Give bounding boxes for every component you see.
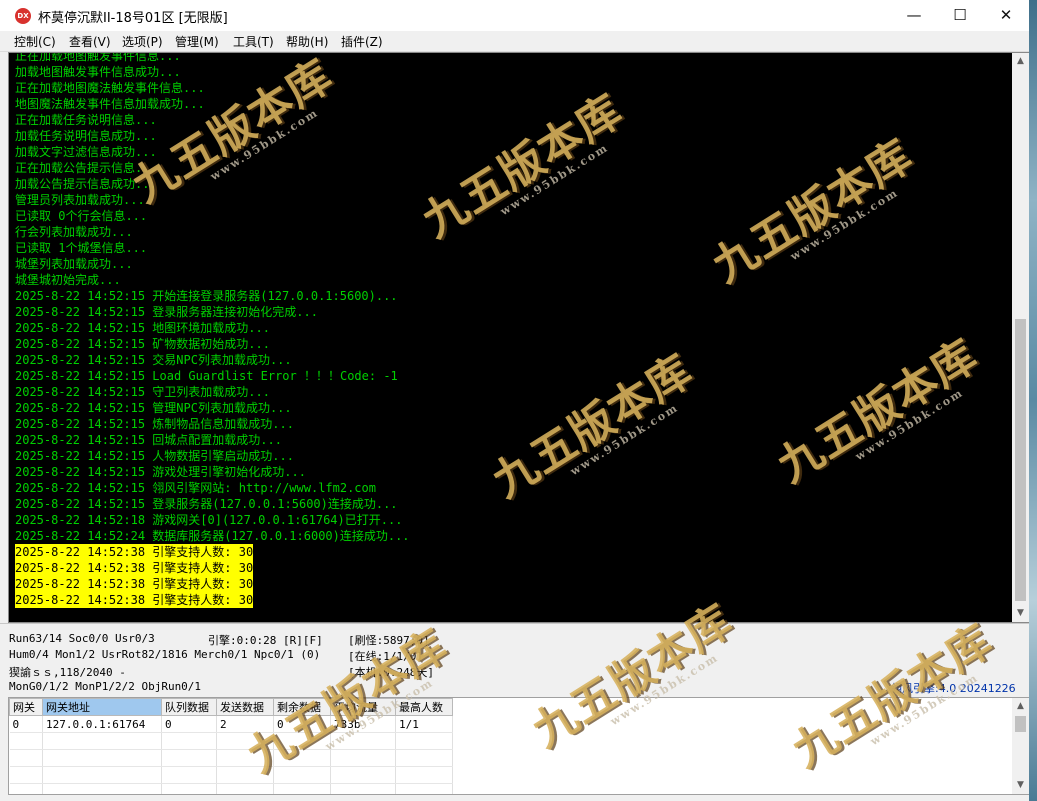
gateway-grid[interactable]: 网关 网关地址 队列数据 发送数据 剩余数据 平均流量 最高人数 0 127.0…: [8, 697, 1029, 795]
table-header-row: 网关 网关地址 队列数据 发送数据 剩余数据 平均流量 最高人数: [9, 698, 453, 716]
status-misc: 猰諭ｓｓ,118/2040 -: [9, 666, 126, 679]
cell-sent: 2: [216, 715, 274, 733]
log-line: 已读取 1个城堡信息...: [15, 241, 148, 255]
title-bar[interactable]: DX 杯莫停沉默II-18号01区 [无限版] — ☐ ✕: [0, 0, 1029, 31]
grid-scrollbar[interactable]: ▲ ▼: [1012, 698, 1029, 794]
desktop-background: [1029, 0, 1037, 801]
cell-address: 127.0.0.1:61764: [42, 715, 162, 733]
log-line: 已读取 0个行会信息...: [15, 209, 148, 223]
menu-options[interactable]: 选项(P): [122, 33, 163, 50]
log-line: 城堡列表加载成功...: [15, 257, 133, 271]
scroll-down-icon[interactable]: ▼: [1012, 777, 1029, 794]
status-local: [本机:0.248天]: [348, 666, 434, 679]
server-console-window: DX 杯莫停沉默II-18号01区 [无限版] — ☐ ✕ 控制(C) 查看(V…: [0, 0, 1029, 801]
log-line: 正在加载任务说明信息...: [15, 113, 157, 127]
status-run: Run63/14 Soc0/0 Usr0/3: [9, 632, 155, 645]
menu-plugins[interactable]: 插件(Z): [341, 33, 383, 50]
scroll-up-icon[interactable]: ▲: [1012, 698, 1029, 715]
log-line: 正在加载公告提示信息...: [15, 161, 157, 175]
app-logo-icon: DX: [15, 8, 31, 24]
status-refresh: [刷怪:5897;0]: [348, 634, 430, 647]
cell-max-users: 1/1: [395, 715, 453, 733]
log-line: 2025-8-22 14:52:15 交易NPC列表加载成功...: [15, 353, 292, 367]
cell-remaining: 0: [273, 715, 331, 733]
column-header-max-users[interactable]: 最高人数: [395, 698, 453, 716]
log-line: 2025-8-22 14:52:15 管理NPC列表加载成功...: [15, 401, 292, 415]
menu-bar: 控制(C) 查看(V) 选项(P) 管理(M) 工具(T) 帮助(H) 插件(Z…: [0, 31, 1029, 52]
log-line: 2025-8-22 14:52:15 Load Guardlist Error …: [15, 369, 398, 383]
log-line: 2025-8-22 14:52:15 游戏处理引擎初始化成功...: [15, 465, 306, 479]
menu-control[interactable]: 控制(C): [14, 33, 56, 50]
log-line: 管理员列表加载成功...: [15, 193, 145, 207]
log-line: 2025-8-22 14:52:15 矿物数据初始成功...: [15, 337, 270, 351]
column-header-address[interactable]: 网关地址: [42, 698, 162, 716]
log-line: 正在加载地图魔法触发事件信息...: [15, 81, 205, 95]
log-scroll-thumb[interactable]: [1015, 319, 1026, 601]
log-line: 2025-8-22 14:52:15 炼制物品信息加载成功...: [15, 417, 294, 431]
status-hum: Hum0/4 Mon1/2 UsrRot82/1816 Merch0/1 Npc…: [9, 648, 321, 661]
log-line-highlighted: 2025-8-22 14:52:38 引擎支持人数: 30: [15, 576, 254, 592]
cell-avg-flow: 733b: [330, 715, 396, 733]
log-line: 2025-8-22 14:52:15 地图环境加载成功...: [15, 321, 270, 335]
log-line-highlighted: 2025-8-22 14:52:38 引擎支持人数: 30: [15, 544, 254, 560]
log-line-highlighted: 2025-8-22 14:52:38 引擎支持人数: 30: [15, 592, 254, 608]
scroll-up-icon[interactable]: ▲: [1012, 53, 1029, 70]
log-line: 正在加载地图触发事件信息...: [15, 52, 181, 63]
log-line: 行会列表加载成功...: [15, 225, 133, 239]
menu-view[interactable]: 查看(V): [69, 33, 111, 50]
menu-tools[interactable]: 工具(T): [233, 33, 274, 50]
log-line: 加载地图触发事件信息成功...: [15, 65, 181, 79]
log-line: 地图魔法触发事件信息加载成功...: [15, 97, 205, 111]
log-output: 正在加载地图触发事件信息... 加载地图触发事件信息成功... 正在加载地图魔法…: [15, 52, 1010, 622]
cell-queue: 0: [161, 715, 217, 733]
log-line: 2025-8-22 14:52:15 开始连接登录服务器(127.0.0.1:5…: [15, 289, 398, 303]
table-row[interactable]: 0 127.0.0.1:61764 0 2 0 733b 1/1: [9, 715, 453, 733]
menu-help[interactable]: 帮助(H): [286, 33, 328, 50]
column-header-sent[interactable]: 发送数据: [216, 698, 274, 716]
column-header-gate[interactable]: 网关: [9, 698, 43, 716]
scroll-down-icon[interactable]: ▼: [1012, 605, 1029, 622]
log-line: 2025-8-22 14:52:15 登录服务器(127.0.0.1:5600)…: [15, 497, 398, 511]
table-empty-row: [9, 783, 453, 794]
status-engine: 引擎:0:0:28 [R][F]: [208, 634, 323, 647]
log-line: 加载公告提示信息成功...: [15, 177, 157, 191]
log-line: 2025-8-22 14:52:24 数据库服务器(127.0.0.1:6000…: [15, 529, 410, 543]
window-title: 杯莫停沉默II-18号01区 [无限版]: [38, 11, 228, 26]
status-online: [在线:1/1/0]: [348, 650, 423, 663]
minimize-button[interactable]: —: [891, 0, 937, 31]
log-line-highlighted: 2025-8-22 14:52:38 引擎支持人数: 30: [15, 560, 254, 576]
log-line: 2025-8-22 14:52:15 登录服务器连接初始化完成...: [15, 305, 318, 319]
table-empty-row: [9, 732, 453, 750]
table-empty-row: [9, 766, 453, 784]
column-header-queue[interactable]: 队列数据: [161, 698, 217, 716]
log-line: 加载文字过滤信息成功...: [15, 145, 157, 159]
log-line: 2025-8-22 14:52:15 人物数据引擎启动成功...: [15, 449, 294, 463]
status-mongo: MonG0/1/2 MonP1/2/2 ObjRun0/1: [9, 680, 202, 693]
log-line: 2025-8-22 14:52:15 翎风引擎网站: http://www.lf…: [15, 481, 376, 495]
table-empty-row: [9, 749, 453, 767]
engine-version: 翎风引擎:4.0 20241226: [891, 682, 1016, 695]
column-header-remaining[interactable]: 剩余数据: [273, 698, 331, 716]
log-line: 2025-8-22 14:52:15 守卫列表加载成功...: [15, 385, 270, 399]
cell-gate: 0: [9, 715, 43, 733]
status-panel: Run63/14 Soc0/0 Usr0/3 引擎:0:0:28 [R][F] …: [0, 623, 1029, 698]
maximize-button[interactable]: ☐: [937, 0, 983, 31]
log-line: 2025-8-22 14:52:15 回城点配置加载成功...: [15, 433, 282, 447]
log-line: 加载任务说明信息成功...: [15, 129, 157, 143]
log-line: 城堡城初始完成...: [15, 273, 121, 287]
close-button[interactable]: ✕: [983, 0, 1029, 31]
menu-manage[interactable]: 管理(M): [175, 33, 219, 50]
column-header-avg-flow[interactable]: 平均流量: [330, 698, 396, 716]
log-panel[interactable]: 正在加载地图触发事件信息... 加载地图触发事件信息成功... 正在加载地图魔法…: [8, 52, 1029, 623]
log-line: 2025-8-22 14:52:18 游戏网关[0](127.0.0.1:617…: [15, 513, 403, 527]
gateway-table: 网关 网关地址 队列数据 发送数据 剩余数据 平均流量 最高人数 0 127.0…: [9, 698, 453, 794]
grid-scroll-thumb[interactable]: [1015, 716, 1026, 732]
log-scrollbar[interactable]: ▲ ▼: [1012, 53, 1029, 622]
